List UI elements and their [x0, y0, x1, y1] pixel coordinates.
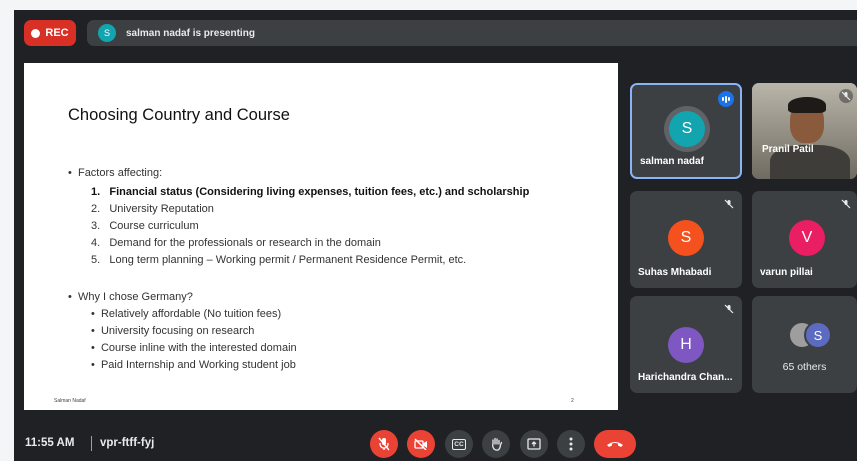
mic-off-icon — [722, 302, 736, 316]
reason-item: • Course inline with the interested doma… — [91, 342, 297, 354]
participant-tile-harichandra[interactable]: H Harichandra Chan... — [630, 296, 742, 393]
slide-title: Choosing Country and Course — [68, 106, 290, 124]
end-call-icon — [607, 442, 623, 447]
bullet-factors: Factors affecting: — [77, 167, 163, 179]
slide-footer-name: Salman Nadaf — [54, 398, 86, 404]
participant-name: Suhas Mhabadi — [638, 267, 712, 278]
others-avatar: S — [804, 321, 832, 349]
factor-num: 2. — [91, 203, 101, 215]
participant-name: Pranil Patil — [762, 144, 814, 155]
clock: 11:55 AM — [25, 437, 75, 449]
reason-item: • Relatively affordable (No tuition fees… — [91, 308, 282, 320]
recording-badge[interactable]: REC — [24, 20, 76, 46]
participant-name: salman nadaf — [640, 156, 704, 167]
present-button[interactable] — [520, 430, 548, 458]
slide-bullet: • Why I chose Germany? — [68, 291, 193, 303]
raise-hand-icon — [491, 437, 502, 451]
factor-num: 3. — [91, 220, 101, 232]
video-hair — [788, 97, 826, 113]
factor-item: 1. Financial status (Considering living … — [91, 186, 529, 198]
factor-item: 3. Course curriculum — [91, 220, 199, 232]
avatar: H — [668, 327, 704, 363]
reason-text: Relatively affordable (No tuition fees) — [100, 308, 282, 320]
factor-text: University Reputation — [109, 203, 214, 215]
captions-button[interactable]: CC — [445, 430, 473, 458]
presentation-slide: Choosing Country and Course • Factors af… — [24, 63, 618, 410]
presenter-text: salman nadaf is presenting — [126, 27, 255, 39]
participant-tile-pranil[interactable]: Pranil Patil — [752, 83, 857, 179]
factor-num: 1. — [91, 186, 101, 198]
slide-page-number: 2 — [571, 398, 574, 404]
reason-text: Paid Internship and Working student job — [100, 359, 296, 371]
presenter-banner: S salman nadaf is presenting — [87, 20, 857, 46]
mic-off-icon — [839, 197, 853, 211]
factor-text: Course curriculum — [109, 220, 199, 232]
cc-icon: CC — [452, 438, 466, 450]
meet-window: REC S salman nadaf is presenting Choosin… — [14, 10, 857, 461]
record-dot-icon — [31, 28, 41, 38]
participant-tile-others[interactable]: S 65 others — [752, 296, 857, 393]
mic-off-icon — [839, 89, 853, 103]
more-options-button[interactable] — [557, 430, 585, 458]
camera-toggle-button[interactable] — [407, 430, 435, 458]
factor-num: 5. — [91, 254, 101, 266]
present-icon — [527, 438, 541, 450]
mic-off-icon — [378, 437, 390, 451]
factor-num: 4. — [91, 237, 101, 249]
reason-text: University focusing on research — [100, 325, 255, 337]
more-vert-icon — [569, 437, 573, 451]
avatar: S — [669, 111, 705, 147]
others-count: 65 others — [782, 361, 827, 373]
slide-bullet: • Factors affecting: — [68, 167, 163, 179]
avatar: S — [668, 220, 704, 256]
speaking-indicator-icon — [718, 91, 734, 107]
participant-tile-salman[interactable]: S salman nadaf — [630, 83, 742, 179]
factor-item: 2. University Reputation — [91, 203, 214, 215]
factor-item: 5. Long term planning – Working permit /… — [91, 254, 466, 266]
factor-text: Long term planning – Working permit / Pe… — [109, 254, 467, 266]
factor-text: Financial status (Considering living exp… — [109, 186, 530, 198]
participant-tile-suhas[interactable]: S Suhas Mhabadi — [630, 191, 742, 288]
reason-item: • Paid Internship and Working student jo… — [91, 359, 296, 371]
bullet-germany: Why I chose Germany? — [77, 291, 193, 303]
divider — [91, 436, 92, 451]
end-call-button[interactable] — [594, 430, 636, 458]
factor-item: 4. Demand for the professionals or resea… — [91, 237, 381, 249]
participant-tile-varun[interactable]: V varun pillai — [752, 191, 857, 288]
participant-name: Harichandra Chan... — [638, 372, 733, 383]
mic-off-icon — [722, 197, 736, 211]
avatar: V — [789, 220, 825, 256]
raise-hand-button[interactable] — [482, 430, 510, 458]
meeting-code[interactable]: vpr-ftff-fyj — [100, 437, 154, 449]
mic-toggle-button[interactable] — [370, 430, 398, 458]
factor-text: Demand for the professionals or research… — [109, 237, 381, 249]
reason-item: • University focusing on research — [91, 325, 255, 337]
presenter-avatar: S — [98, 24, 116, 42]
participant-name: varun pillai — [760, 267, 813, 278]
reason-text: Course inline with the interested domain — [100, 342, 297, 354]
recording-label: REC — [45, 27, 69, 39]
camera-off-icon — [414, 438, 427, 450]
